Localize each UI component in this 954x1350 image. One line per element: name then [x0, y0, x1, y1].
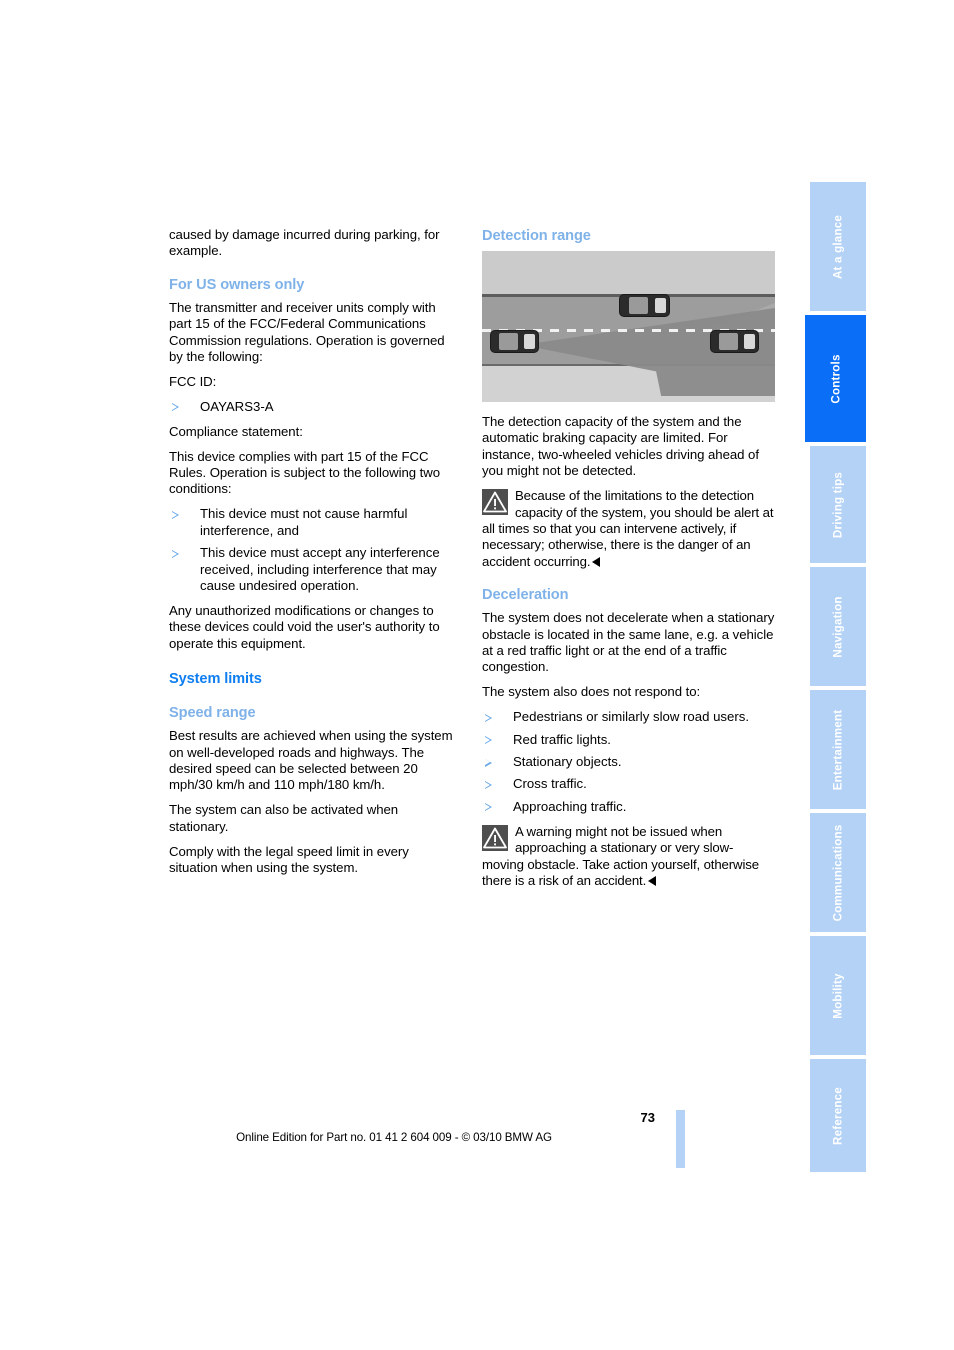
adjacent-vehicle-icon [710, 330, 759, 353]
sidebar-tab-label: Communications [831, 824, 845, 921]
sidebar-tab-label: At a glance [831, 214, 845, 279]
list-item-label: Red traffic lights. [513, 731, 611, 747]
us-owners-paragraph-1: The transmitter and receiver units compl… [169, 299, 445, 365]
sidebar-tab-mobility[interactable]: Mobility [810, 936, 866, 1057]
end-of-warning-marker [591, 556, 600, 567]
speed-range-paragraph-2: The system can also be activated when st… [169, 802, 399, 834]
radar-detection-range-illustration [482, 251, 775, 402]
triangle-bullet-icon [484, 736, 492, 745]
sidebar-tab-label: Mobility [831, 972, 845, 1019]
list-item-label: OAYARS3-A [200, 398, 274, 414]
heading-system-limits: System limits [169, 671, 262, 688]
warning-text: Because of the limitations to the detect… [482, 488, 774, 569]
fcc-conditions-list: This device must not cause harmful inter… [169, 506, 460, 594]
list-item-label: Cross traffic. [513, 776, 587, 792]
sidebar-tab-at-a-glance[interactable]: At a glance [810, 182, 866, 313]
sidebar-tab-reference[interactable]: Reference [810, 1059, 866, 1172]
warning-text: A warning might not be issued when appro… [482, 823, 759, 888]
end-of-warning-marker [647, 875, 656, 886]
heading-speed-range: Speed range [169, 705, 256, 722]
compliance-statement-label: Compliance statement: [169, 423, 303, 439]
ego-vehicle-icon [490, 330, 539, 353]
heading-detection-range: Detection range [482, 228, 591, 244]
triangle-bullet-icon [484, 713, 492, 722]
list-item: Stationary objects. [482, 754, 775, 770]
us-owners-paragraph-3: Any unauthorized modifications or change… [169, 602, 440, 651]
intro-paragraph: caused by damage incurred during parking… [169, 227, 440, 259]
triangle-bullet-icon [484, 758, 492, 767]
heading-for-us-owners-only: For US owners only [169, 276, 305, 293]
warning-triangle-icon [482, 824, 508, 851]
list-item: Cross traffic. [482, 776, 775, 792]
sidebar-tab-label: Navigation [831, 595, 845, 658]
sidebar-tab-driving-tips[interactable]: Driving tips [810, 446, 866, 565]
triangle-bullet-icon [484, 803, 492, 812]
list-item: Red traffic lights. [482, 732, 775, 748]
list-item-label: Approaching traffic. [513, 798, 627, 814]
left-text-column: caused by damage incurred during parking… [169, 227, 460, 885]
sidebar-tab-label: Driving tips [831, 471, 845, 538]
list-item-label: Stationary objects. [513, 754, 622, 769]
speed-range-paragraph-3: Comply with the legal speed limit in eve… [169, 843, 409, 875]
page-number: 73 [640, 1110, 655, 1125]
list-item: OAYARS3-A [169, 399, 460, 415]
deceleration-exclusions-list: Pedestrians or similarly slow road users… [482, 709, 775, 815]
list-item-label: This device must accept any interference… [200, 545, 440, 593]
vehicle-ahead-icon [619, 294, 670, 317]
warning-block-detection-range: Because of the limitations to the detect… [482, 488, 775, 570]
deceleration-paragraph-2: The system also does not respond to: [482, 684, 701, 700]
road-shoulder-top [482, 251, 775, 294]
sidebar-tab-controls[interactable]: Controls [805, 315, 866, 444]
sidebar-tab-navigation[interactable]: Navigation [810, 567, 866, 688]
triangle-bullet-icon [171, 549, 179, 558]
fcc-id-label: FCC ID: [169, 373, 217, 389]
warning-triangle-icon [482, 489, 508, 516]
list-item-label: This device must not cause harmful inter… [200, 506, 408, 538]
sidebar-tab-communications[interactable]: Communications [810, 813, 866, 934]
list-item: This device must not cause harmful inter… [169, 506, 460, 539]
triangle-bullet-icon [171, 510, 179, 519]
speed-range-paragraph-1: Best results are achieved when using the… [169, 728, 453, 793]
footer-edition-note: Online Edition for Part no. 01 41 2 604 … [0, 1131, 954, 1144]
us-owners-paragraph-2: This device complies with part 15 of the… [169, 448, 441, 497]
list-item: This device must accept any interference… [169, 545, 460, 594]
warning-block-deceleration: A warning might not be issued when appro… [482, 824, 775, 890]
list-item-label: Pedestrians or similarly slow road users… [513, 709, 749, 725]
sidebar-tab-label: Controls [829, 353, 842, 404]
detection-range-paragraph-1: The detection capacity of the system and… [482, 414, 759, 479]
sidebar-tab-entertainment[interactable]: Entertainment [810, 690, 866, 811]
list-item: Pedestrians or similarly slow road users… [482, 709, 775, 725]
triangle-bullet-icon [484, 780, 492, 789]
deceleration-paragraph-1: The system does not decelerate when a st… [482, 610, 775, 675]
heading-deceleration: Deceleration [482, 587, 569, 604]
right-text-column: Detection range The detection capacity o… [482, 227, 775, 898]
sidebar-tab-label: Entertainment [831, 709, 845, 790]
triangle-bullet-icon [171, 403, 179, 412]
manual-page: caused by damage incurred during parking… [0, 0, 954, 1350]
fcc-id-list: OAYARS3-A [169, 399, 460, 415]
footer-edition-text: Online Edition for Part no. 01 41 2 604 … [236, 1131, 552, 1144]
list-item: Approaching traffic. [482, 799, 775, 815]
chapter-sidebar-navigation[interactable]: At a glance Controls Driving tips Naviga… [805, 182, 866, 1172]
